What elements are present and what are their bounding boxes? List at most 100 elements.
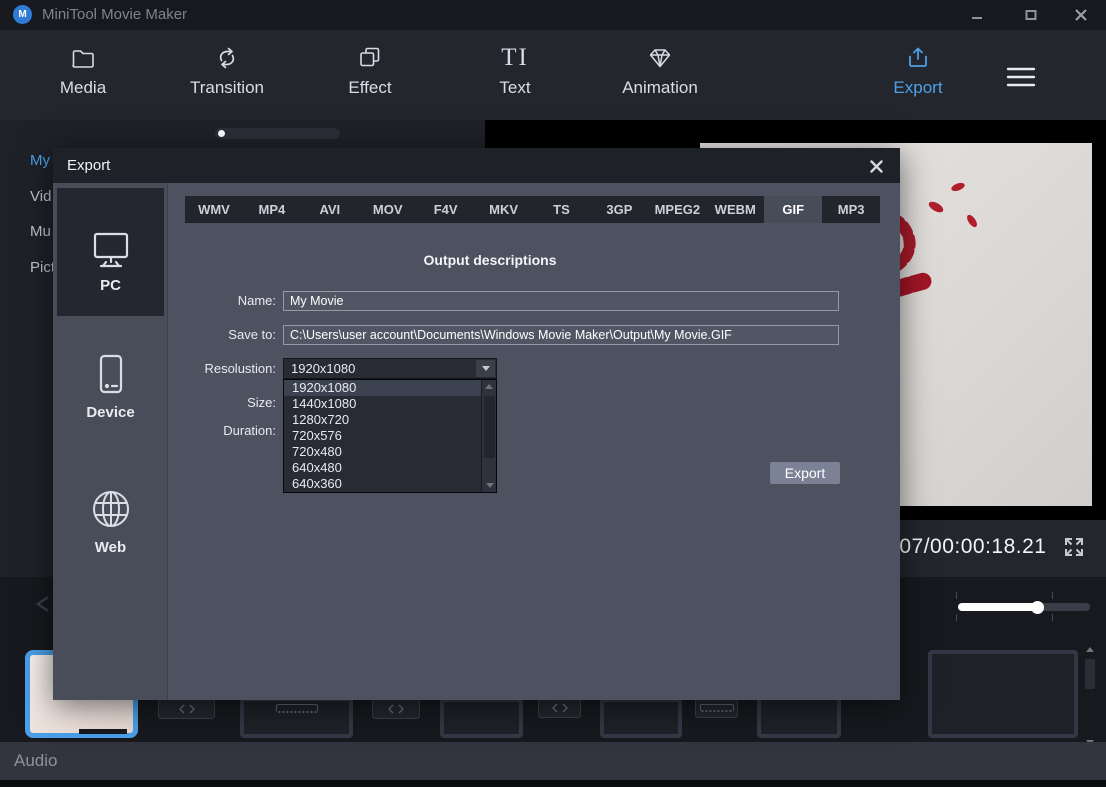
- dropdown-scrollbar[interactable]: [481, 380, 496, 492]
- format-tab-3gp[interactable]: 3GP: [590, 196, 648, 223]
- scroll-down-icon[interactable]: [486, 483, 494, 488]
- resolution-combobox[interactable]: 1920x1080: [283, 358, 497, 379]
- maximize-icon: [1025, 9, 1037, 21]
- fullscreen-icon: [1063, 536, 1085, 558]
- export-confirm-button[interactable]: Export: [770, 462, 840, 484]
- transition-arrows-icon: [178, 704, 196, 714]
- resolution-dropdown-list: 1920x1080 1440x1080 1280x720 720x576 720…: [283, 379, 497, 493]
- app-window: M MiniTool Movie Maker Media: [0, 0, 1106, 787]
- resolution-option[interactable]: 640x360: [284, 476, 481, 492]
- media-category-my[interactable]: My: [30, 152, 50, 169]
- transition-placeholder[interactable]: [158, 698, 215, 719]
- minimize-button[interactable]: [954, 0, 1000, 30]
- duration-label: Duration:: [113, 421, 276, 441]
- chevron-down-icon: [482, 366, 490, 371]
- globe-icon: [88, 486, 134, 532]
- resolution-option[interactable]: 640x480: [284, 460, 481, 476]
- dialog-header: Export: [53, 148, 900, 183]
- destination-web[interactable]: Web: [53, 486, 168, 556]
- media-scrollbar[interactable]: [215, 128, 340, 139]
- timeline-clip[interactable]: [600, 698, 682, 738]
- scroll-up-icon[interactable]: [485, 384, 493, 389]
- dialog-destination-sidebar: PC Device Web: [53, 183, 168, 700]
- minimize-icon: [971, 9, 983, 21]
- transition-arrows-icon: [551, 703, 569, 713]
- timeline-clip[interactable]: [240, 697, 353, 738]
- save-to-input[interactable]: [283, 325, 839, 345]
- name-input[interactable]: [283, 291, 839, 311]
- slider-tick: [956, 592, 957, 599]
- titlebar: M MiniTool Movie Maker: [0, 0, 1106, 30]
- media-category-pictures[interactable]: Pict: [30, 259, 55, 276]
- size-label: Size:: [113, 393, 276, 413]
- format-tab-gif[interactable]: GIF: [764, 196, 822, 223]
- close-icon: [1074, 8, 1088, 22]
- media-category-video[interactable]: Vid: [30, 188, 51, 205]
- dropdown-scrollbar-thumb[interactable]: [484, 396, 495, 458]
- timeline-clip[interactable]: [440, 698, 523, 738]
- menu-button[interactable]: [961, 56, 1081, 90]
- slider-tick: [1052, 592, 1053, 599]
- transition-icon: [211, 38, 243, 72]
- format-tab-mkv[interactable]: MKV: [475, 196, 533, 223]
- format-tab-avi[interactable]: AVI: [301, 196, 359, 223]
- resolution-label: Resolustion:: [113, 359, 276, 379]
- filmstrip-icon: [276, 704, 318, 713]
- transition-placeholder[interactable]: [372, 698, 420, 719]
- media-folder-icon: [68, 38, 98, 72]
- main-toolbar: Media Transition Effect: [0, 30, 1106, 120]
- filmstrip-icon: [700, 704, 734, 712]
- slider-tick: [1052, 614, 1053, 621]
- resolution-option[interactable]: 1920x1080: [284, 380, 481, 396]
- nav-media[interactable]: Media: [23, 38, 143, 98]
- timecode-display: .07/00:00:18.21: [893, 535, 1046, 559]
- export-upload-icon: [903, 38, 933, 72]
- transition-placeholder[interactable]: [538, 697, 581, 718]
- format-tab-mp4[interactable]: MP4: [243, 196, 301, 223]
- format-tab-webm[interactable]: WEBM: [706, 196, 764, 223]
- scroll-up-icon[interactable]: [1086, 647, 1094, 652]
- window-title: MiniTool Movie Maker: [42, 6, 187, 23]
- timeline-scrollbar-thumb[interactable]: [1085, 659, 1095, 689]
- resolution-value: 1920x1080: [291, 361, 355, 376]
- transition-placeholder[interactable]: [695, 697, 738, 718]
- resolution-option[interactable]: 720x576: [284, 428, 481, 444]
- transition-arrows-icon: [387, 704, 405, 714]
- close-icon: [870, 160, 883, 173]
- resolution-option[interactable]: 1440x1080: [284, 396, 481, 412]
- audio-track-label: Audio: [14, 751, 57, 771]
- dialog-close-button[interactable]: [864, 154, 888, 178]
- audio-track[interactable]: Audio: [0, 742, 1106, 780]
- nav-export[interactable]: Export: [858, 38, 978, 98]
- name-label: Name:: [113, 291, 276, 311]
- resolution-option[interactable]: 1280x720: [284, 412, 481, 428]
- maximize-button[interactable]: [1008, 0, 1054, 30]
- animation-diamond-icon: [645, 38, 675, 72]
- timeline-scrollbar[interactable]: [1084, 645, 1096, 745]
- nav-text[interactable]: TI Text: [455, 38, 575, 98]
- media-category-music[interactable]: Mu: [30, 223, 51, 240]
- timeline-clip[interactable]: [928, 650, 1078, 738]
- format-tab-mov[interactable]: MOV: [359, 196, 417, 223]
- format-tabbar: WMV MP4 AVI MOV F4V MKV TS 3GP MPEG2 WEB…: [185, 196, 880, 223]
- window-bottom-edge: [0, 780, 1106, 787]
- format-tab-mp3[interactable]: MP3: [822, 196, 880, 223]
- media-scrollbar-thumb[interactable]: [218, 130, 225, 137]
- text-icon: TI: [501, 38, 529, 72]
- nav-transition[interactable]: Transition: [167, 38, 287, 98]
- fullscreen-button[interactable]: [1063, 536, 1087, 560]
- nav-effect[interactable]: Effect: [310, 38, 430, 98]
- zoom-slider-track[interactable]: [958, 603, 1090, 611]
- format-tab-ts[interactable]: TS: [533, 196, 591, 223]
- close-button[interactable]: [1058, 0, 1104, 30]
- zoom-slider-thumb[interactable]: [1031, 601, 1044, 614]
- effect-icon: [355, 38, 385, 72]
- output-descriptions-title: Output descriptions: [290, 252, 690, 268]
- resolution-option[interactable]: 720x480: [284, 444, 481, 460]
- format-tab-wmv[interactable]: WMV: [185, 196, 243, 223]
- hamburger-icon: [1002, 56, 1040, 90]
- format-tab-f4v[interactable]: F4V: [417, 196, 475, 223]
- nav-animation[interactable]: Animation: [600, 38, 720, 98]
- format-tab-mpeg2[interactable]: MPEG2: [648, 196, 706, 223]
- combobox-arrow-button[interactable]: [476, 360, 495, 377]
